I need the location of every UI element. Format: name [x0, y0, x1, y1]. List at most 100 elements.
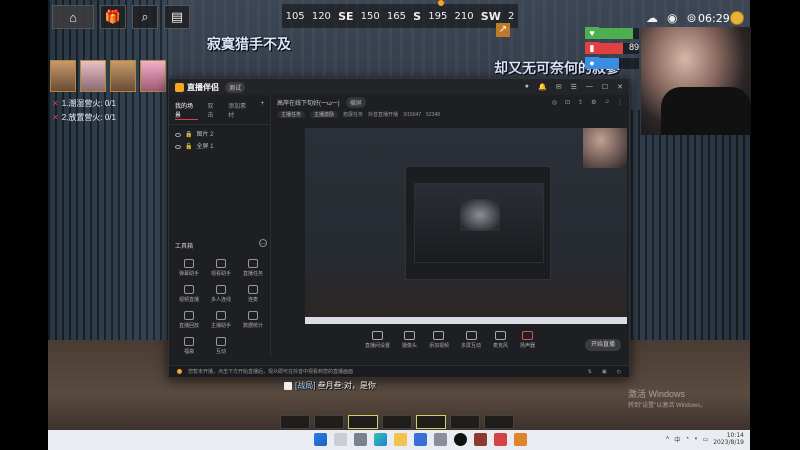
control-camera[interactable]: 摄像头 — [402, 331, 417, 357]
search-icon[interactable] — [334, 433, 347, 446]
input-method-icon[interactable]: 中 — [674, 435, 680, 444]
subbar-item[interactable]: 拓展任务 — [343, 111, 363, 118]
tool-item[interactable]: 直播回放 — [173, 311, 205, 329]
network-icon[interactable]: ⇅ — [588, 369, 592, 375]
qq-icon[interactable] — [454, 433, 467, 446]
streaming-app-window[interactable]: 直播伴侣 测试 ● 🔔 ✉ ☰ — ☐ ✕ 我的场景 双击 添加素材 + 🔒 图片… — [168, 78, 630, 378]
party-portraits — [50, 60, 166, 92]
lock-icon[interactable]: 🔓 — [185, 141, 192, 153]
streaming-app-icon[interactable] — [494, 433, 507, 446]
hotbar-slot[interactable] — [314, 415, 344, 429]
menu-icon[interactable]: ☰ — [571, 83, 577, 91]
stat-fill — [599, 57, 619, 69]
tab-my-scenes[interactable]: 我的场景 — [175, 101, 199, 120]
record-icon[interactable]: ◎ — [552, 99, 557, 106]
tool-item[interactable]: 多人连线 — [205, 285, 237, 303]
objective-icon[interactable]: ↗ — [496, 23, 510, 37]
chevron-up-icon[interactable]: ˄ — [666, 436, 670, 442]
close-icon[interactable]: ✕ — [617, 83, 623, 91]
taskbar-clock[interactable]: 10:14 2023/8/19 — [713, 432, 744, 446]
scene-item[interactable]: 🔒 图片 2 — [175, 129, 264, 141]
hotbar-slot[interactable] — [280, 415, 310, 429]
cpu-icon[interactable]: ▣ — [602, 369, 607, 375]
hotbar-slot[interactable] — [348, 415, 378, 429]
task-view-icon[interactable] — [354, 433, 367, 446]
party-portrait[interactable] — [80, 60, 106, 92]
subbar-item[interactable]: 主播激励 — [310, 111, 339, 118]
lock-icon[interactable]: ⊡ — [565, 99, 570, 106]
hotbar-slot[interactable] — [416, 415, 446, 429]
more-icon[interactable]: ⋮ — [617, 99, 623, 106]
tool-item[interactable]: 直播任务 — [237, 259, 269, 277]
settings-icon[interactable]: ⚙ — [591, 99, 596, 106]
subbar-item[interactable]: 抖音直播开播 — [368, 111, 398, 118]
orange-app-icon[interactable] — [514, 433, 527, 446]
settings-icon[interactable] — [434, 433, 447, 446]
share-icon[interactable]: ⇪ — [578, 99, 583, 106]
edge-icon[interactable] — [374, 433, 387, 446]
fps-icon[interactable]: ◴ — [617, 369, 621, 375]
tool-item[interactable]: 视频直播 — [173, 285, 205, 303]
bell-icon[interactable]: 🔔 — [538, 83, 547, 91]
control-microphone[interactable]: 麦克风 — [493, 331, 508, 357]
store-icon[interactable] — [414, 433, 427, 446]
party-portrait[interactable] — [140, 60, 166, 92]
eye-icon[interactable] — [175, 145, 181, 149]
battery-icon[interactable]: ▭ — [703, 436, 709, 443]
control-add-video[interactable]: 添加视频 — [429, 331, 449, 357]
control-multiscreen[interactable]: 多屏互动 — [461, 331, 481, 357]
add-icon[interactable]: + — [260, 101, 264, 120]
minimize-icon[interactable]: — — [586, 83, 593, 91]
tool-item[interactable]: 主播助手 — [205, 311, 237, 329]
tool-item[interactable]: 弹幕助手 — [173, 259, 205, 277]
tool-item[interactable]: 连麦 — [237, 285, 269, 303]
mail-icon[interactable]: ✉ — [556, 83, 562, 91]
lock-icon[interactable]: 🔒 — [185, 129, 192, 141]
bell-icon[interactable]: ♫ — [605, 99, 610, 106]
coin-icon[interactable] — [730, 11, 744, 25]
stream-title[interactable]: 高岸在线下旬好(一ω一) — [277, 98, 340, 107]
controller-icon[interactable]: ⊚ — [686, 11, 696, 25]
tab-double[interactable]: 双击 — [207, 101, 219, 120]
chat-channel: [战局] — [295, 381, 316, 390]
home-button[interactable]: ⌂ — [52, 5, 94, 29]
cloud-icon[interactable]: ☁ — [646, 11, 658, 25]
book-button[interactable]: ▤ — [164, 5, 190, 29]
toolbox-more-icon[interactable]: … — [259, 239, 267, 247]
tab-add-source[interactable]: 添加素材 — [228, 101, 251, 120]
scene-item[interactable]: 🔓 全屏 1 — [175, 141, 264, 153]
app-titlebar[interactable]: 直播伴侣 测试 ● 🔔 ✉ ☰ — ☐ ✕ — [169, 79, 629, 95]
hotbar-slot[interactable] — [450, 415, 480, 429]
chat-icon — [284, 381, 292, 390]
subbar-item[interactable]: 主播任务 — [277, 111, 306, 118]
tool-item[interactable]: 互动 — [205, 337, 237, 355]
activate-title: 激活 Windows — [628, 389, 686, 399]
wifi-icon[interactable]: ◉ — [667, 11, 677, 25]
party-portrait[interactable] — [110, 60, 136, 92]
volume-icon[interactable]: ◖ — [694, 436, 698, 442]
file-explorer-icon[interactable] — [394, 433, 407, 446]
eye-icon[interactable] — [175, 133, 181, 137]
search-button[interactable]: ⌕ — [132, 5, 158, 29]
tool-item[interactable]: 福袋 — [173, 337, 205, 355]
stream-preview[interactable] — [305, 128, 627, 324]
maximize-icon[interactable]: ☐ — [602, 83, 608, 91]
windows-start-icon[interactable] — [314, 433, 327, 446]
gift-button[interactable]: 🎁 — [100, 5, 126, 29]
orientation-pill[interactable]: 横屏 — [345, 96, 366, 108]
tool-icon — [184, 311, 194, 320]
avatar-icon[interactable]: ● — [525, 83, 529, 91]
party-portrait[interactable] — [50, 60, 76, 92]
tool-item[interactable]: 观看助手 — [205, 259, 237, 277]
preview-webcam — [583, 128, 627, 168]
start-live-button[interactable]: 开始直播 — [585, 339, 621, 351]
activate-windows-watermark: 激活 Windows 转到"设置"以激活 Windows。 — [628, 388, 706, 412]
hotbar-slot[interactable] — [382, 415, 412, 429]
game-app-icon[interactable] — [474, 433, 487, 446]
hotbar-slot[interactable] — [484, 415, 514, 429]
control-speaker[interactable]: 扬声器 — [520, 331, 535, 357]
tool-item[interactable]: 数据统计 — [237, 311, 269, 329]
wifi-icon[interactable]: ◔ — [685, 436, 689, 442]
control-room-settings[interactable]: 直播间设置 — [365, 331, 390, 357]
app-logo-icon — [175, 82, 184, 92]
